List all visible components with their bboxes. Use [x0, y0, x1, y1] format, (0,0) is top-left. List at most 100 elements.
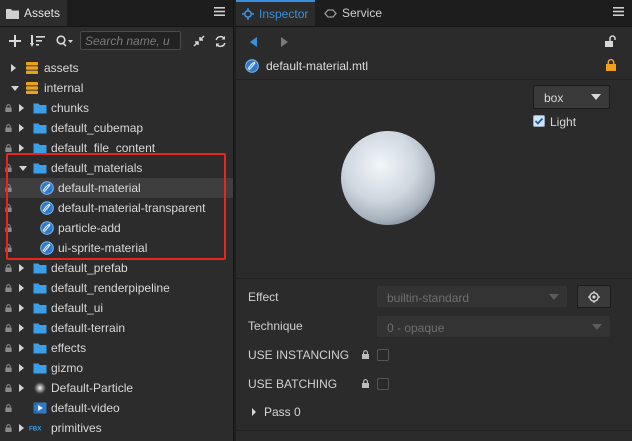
search-input[interactable] — [81, 32, 181, 49]
folder-icon — [33, 103, 47, 114]
locate-effect-button[interactable] — [577, 285, 611, 308]
chevron-right-icon[interactable] — [19, 304, 24, 312]
use-instancing-label: USE INSTANCING — [248, 348, 350, 362]
assets-menu-icon[interactable] — [211, 4, 227, 20]
database-icon — [26, 82, 38, 94]
tree-item-label: default-video — [51, 401, 120, 415]
tree-row-default-terrain[interactable]: default-terrain — [0, 318, 233, 338]
lock-icon — [5, 224, 12, 232]
lock-icon — [5, 324, 12, 332]
sort-icon[interactable] — [29, 33, 47, 49]
tree-row-particle-add[interactable]: particle-add — [0, 218, 233, 238]
tree-row-internal[interactable]: internal — [0, 78, 233, 98]
lock-icon — [5, 244, 12, 252]
tree-row-default_renderpipeline[interactable]: default_renderpipeline — [0, 278, 233, 298]
lock-icon[interactable] — [606, 59, 616, 71]
chevron-right-icon[interactable] — [19, 124, 24, 132]
technique-label: Technique — [248, 319, 303, 333]
tree-row-default-material[interactable]: default-material — [0, 178, 233, 198]
tree-row-primitives[interactable]: FBX primitives — [0, 418, 233, 438]
lock-icon — [5, 344, 12, 352]
collapse-icon[interactable] — [191, 33, 207, 49]
chevron-right-icon[interactable] — [19, 284, 24, 292]
chevron-down-icon[interactable] — [11, 86, 19, 91]
effect-value: builtin-standard — [387, 291, 470, 305]
effect-select[interactable]: builtin-standard — [376, 285, 568, 308]
lock-icon — [5, 424, 12, 432]
material-icon — [40, 221, 54, 235]
tree-item-label: primitives — [51, 421, 102, 435]
tree-item-label: ui-sprite-material — [58, 241, 148, 255]
chevron-right-icon[interactable] — [19, 104, 24, 112]
lock-icon — [5, 144, 12, 152]
tree-item-label: default_materials — [51, 161, 143, 175]
add-icon[interactable] — [7, 33, 23, 49]
tree-row-chunks[interactable]: chunks — [0, 98, 233, 118]
lock-icon — [5, 204, 12, 212]
chevron-right-icon[interactable] — [19, 424, 24, 432]
light-checkbox[interactable] — [533, 115, 545, 127]
tree-row-default_materials[interactable]: default_materials — [0, 158, 233, 178]
tree-item-label: internal — [44, 81, 84, 95]
pass-0-section[interactable]: Pass 0 — [250, 405, 350, 421]
tree-row-effects[interactable]: effects — [0, 338, 233, 358]
folder-icon — [33, 143, 47, 154]
search-filter-icon[interactable] — [55, 33, 75, 49]
tab-service[interactable]: Service — [318, 0, 389, 26]
chevron-right-icon[interactable] — [19, 364, 24, 372]
tab-service-label: Service — [342, 6, 383, 20]
lock-icon — [5, 284, 12, 292]
assets-panel: Assets assets internal chunks default_cubem… — [0, 0, 234, 441]
tree-item-label: default_renderpipeline — [51, 281, 170, 295]
tree-row-default_cubemap[interactable]: default_cubemap — [0, 118, 233, 138]
back-arrow-icon[interactable] — [246, 34, 262, 50]
refresh-icon[interactable] — [212, 33, 228, 49]
light-toggle[interactable]: Light — [533, 114, 593, 130]
inspector-tabbar: Inspector Service — [236, 0, 632, 27]
tree-item-label: particle-add — [58, 221, 121, 235]
tab-assets[interactable]: Assets — [0, 0, 68, 26]
unlock-icon[interactable] — [602, 33, 618, 49]
technique-select[interactable]: 0 - opaque — [376, 315, 611, 338]
use-batching-checkbox[interactable] — [377, 378, 389, 390]
assets-toolbar — [0, 27, 233, 55]
section-divider — [236, 278, 632, 279]
tree-row-default_prefab[interactable]: default_prefab — [0, 258, 233, 278]
tree-row-gizmo[interactable]: gizmo — [0, 358, 233, 378]
tree-row-ui-sprite-material[interactable]: ui-sprite-material — [0, 238, 233, 258]
chevron-down-icon — [591, 94, 601, 100]
chevron-down-icon[interactable] — [19, 166, 27, 171]
chevron-right-icon[interactable] — [11, 64, 16, 72]
tab-inspector[interactable]: Inspector — [236, 0, 316, 26]
lock-icon — [5, 164, 12, 172]
preview-shape-select[interactable]: box — [533, 85, 610, 109]
tree-item-label: gizmo — [51, 361, 84, 375]
forward-arrow-icon[interactable] — [276, 34, 292, 50]
tree-item-label: default_prefab — [51, 261, 128, 275]
use-instancing-checkbox[interactable] — [377, 349, 389, 361]
tree-row-default-video[interactable]: default-video — [0, 398, 233, 418]
tree-row-default_file_content[interactable]: default_file_content — [0, 138, 233, 158]
chevron-right-icon — [252, 408, 256, 416]
tree-row-default-material-transparent[interactable]: default-material-transparent — [0, 198, 233, 218]
chevron-right-icon[interactable] — [19, 144, 24, 152]
chevron-right-icon[interactable] — [19, 384, 24, 392]
folder-icon — [33, 123, 47, 134]
folder-icon — [33, 263, 47, 274]
gear-icon — [242, 8, 254, 20]
chevron-right-icon[interactable] — [19, 324, 24, 332]
target-icon — [588, 291, 600, 303]
chevron-right-icon[interactable] — [19, 344, 24, 352]
lock-icon — [5, 304, 12, 312]
folder-icon — [33, 363, 47, 374]
tree-row-Default-Particle[interactable]: Default-Particle — [0, 378, 233, 398]
inspector-menu-icon[interactable] — [610, 4, 626, 20]
tree-row-assets[interactable]: assets — [0, 58, 233, 78]
tree-row-default_ui[interactable]: default_ui — [0, 298, 233, 318]
lock-icon — [5, 264, 12, 272]
folder-icon — [33, 323, 47, 334]
lock-icon — [5, 124, 12, 132]
tree-item-label: default-material-transparent — [58, 201, 206, 215]
chevron-right-icon[interactable] — [19, 264, 24, 272]
lock-icon — [5, 384, 12, 392]
